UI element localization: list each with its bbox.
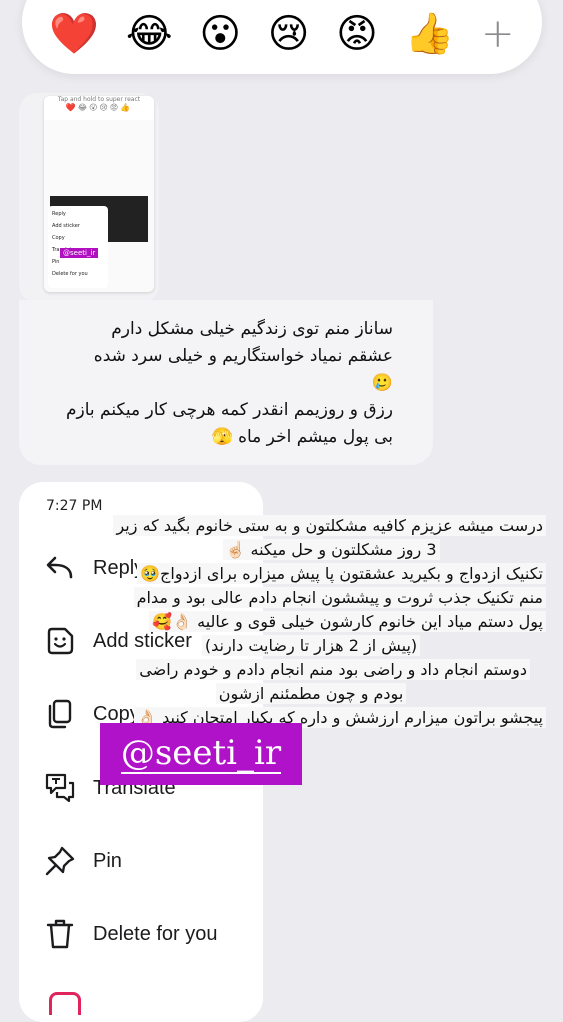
message-line: عشقم نمیاد خواستگاریم و خیلی سرد شده bbox=[93, 346, 393, 366]
menu-item-pin[interactable]: Pin bbox=[43, 841, 122, 881]
text-message-bubble[interactable]: ساناز منم توی زندگیم خیلی مشکل دارم عشقم… bbox=[19, 300, 433, 465]
sticker-icon bbox=[47, 627, 74, 655]
copy-icon bbox=[48, 699, 72, 729]
heart-reaction[interactable]: ❤️ bbox=[49, 10, 99, 58]
caption-text: تکنیک ازدواج و بکیرید عشقتون پا پیش میزا… bbox=[137, 563, 546, 584]
laughing-reaction[interactable]: 😂 bbox=[126, 10, 173, 58]
thumbnail-menu-item: Add sticker bbox=[52, 223, 80, 229]
thumbnail-menu-item: Copy bbox=[52, 235, 65, 241]
screenshot-thumbnail[interactable]: Tap and hold to super react ❤️😂😮😢😡👍 Repl… bbox=[44, 96, 154, 292]
thumbnail-header: Tap and hold to super react bbox=[57, 96, 141, 103]
caption-text: 3 روز مشکلتون و حل میکنه ☝🏻 bbox=[222, 539, 440, 560]
sad-reaction[interactable]: 😢 bbox=[268, 10, 310, 58]
thumbnail-menu-item: Reply bbox=[52, 211, 66, 217]
reply-icon bbox=[46, 556, 73, 579]
caption-text: پول دستم میاد این خانوم کارشون خیلی قوی … bbox=[149, 611, 546, 632]
message-time: 7:27 PM bbox=[46, 498, 103, 514]
menu-item-label: Delete for you bbox=[93, 922, 218, 945]
caption-text: منم تکنیک جذب ثروت و پیششون انجام دادم ع… bbox=[133, 587, 546, 608]
menu-item-delete[interactable]: Delete for you bbox=[43, 914, 218, 954]
message-line: 🥲 bbox=[371, 373, 393, 393]
caption-line: پول دستم میاد این خانوم کارشون خیلی قوی … bbox=[76, 610, 546, 634]
caption-line: 3 روز مشکلتون و حل میکنه ☝🏻 bbox=[76, 538, 546, 562]
thumbnail-reaction-bar: Tap and hold to super react ❤️😂😮😢😡👍 bbox=[44, 96, 154, 120]
message-text: ساناز منم توی زندگیم خیلی مشکل دارم عشقم… bbox=[33, 316, 393, 451]
caption-text: بودم و چون مطمئنم ازشون bbox=[215, 683, 407, 704]
watermark-tag: @seeti_ir bbox=[100, 723, 302, 785]
caption-line: دوستم انجام داد و راضی بود منم انجام داد… bbox=[76, 658, 546, 682]
message-line: رزق و روزیمم انقدر کمه هرچی کار میکنم با… bbox=[66, 400, 393, 420]
caption-text: درست میشه عزیزم کافیه مشکلتون و به ستی خ… bbox=[113, 515, 546, 536]
thumbnail-emoji-row: ❤️😂😮😢😡👍 bbox=[65, 103, 133, 112]
angry-reaction[interactable]: 😡 bbox=[336, 10, 378, 58]
caption-line: تکنیک ازدواج و بکیرید عشقتون پا پیش میزا… bbox=[76, 562, 546, 586]
thumbs-up-reaction[interactable]: 👍 bbox=[405, 10, 455, 58]
caption-text: دوستم انجام داد و راضی بود منم انجام داد… bbox=[136, 659, 530, 680]
watermark-text: @seeti_ir bbox=[120, 733, 282, 774]
caption-line: (پیش از 2 هزار تا رضایت دارند) bbox=[76, 634, 546, 658]
caption-line: بودم و چون مطمئنم ازشون bbox=[76, 682, 546, 706]
caption-overlay: درست میشه عزیزم کافیه مشکلتون و به ستی خ… bbox=[76, 514, 546, 728]
menu-item-label: Pin bbox=[93, 849, 122, 872]
caption-line: درست میشه عزیزم کافیه مشکلتون و به ستی خ… bbox=[76, 514, 546, 538]
trash-icon bbox=[46, 919, 74, 949]
caption-line: منم تکنیک جذب ثروت و پیششون انجام دادم ع… bbox=[76, 586, 546, 610]
pin-icon bbox=[45, 846, 75, 876]
thumbnail-menu: Reply Add sticker Copy Translate Pin Del… bbox=[48, 206, 108, 288]
wow-reaction[interactable]: 😮 bbox=[199, 10, 241, 58]
reaction-bar: ❤️ 😂 😮 😢 😡 👍 + bbox=[22, 0, 542, 74]
caption-text: (پیش از 2 هزار تا رضایت دارند) bbox=[201, 635, 421, 656]
message-line: بی پول میشم اخر ماه 🫣 bbox=[211, 427, 393, 447]
thumbnail-watermark: @seeti_ir bbox=[60, 248, 99, 258]
thumbnail-menu-item: Delete for you bbox=[52, 271, 88, 277]
message-line: ساناز منم توی زندگیم خیلی مشکل دارم bbox=[111, 319, 393, 339]
translate-icon bbox=[45, 773, 75, 803]
report-icon bbox=[49, 992, 81, 1015]
add-reaction-button[interactable]: + bbox=[481, 10, 515, 58]
